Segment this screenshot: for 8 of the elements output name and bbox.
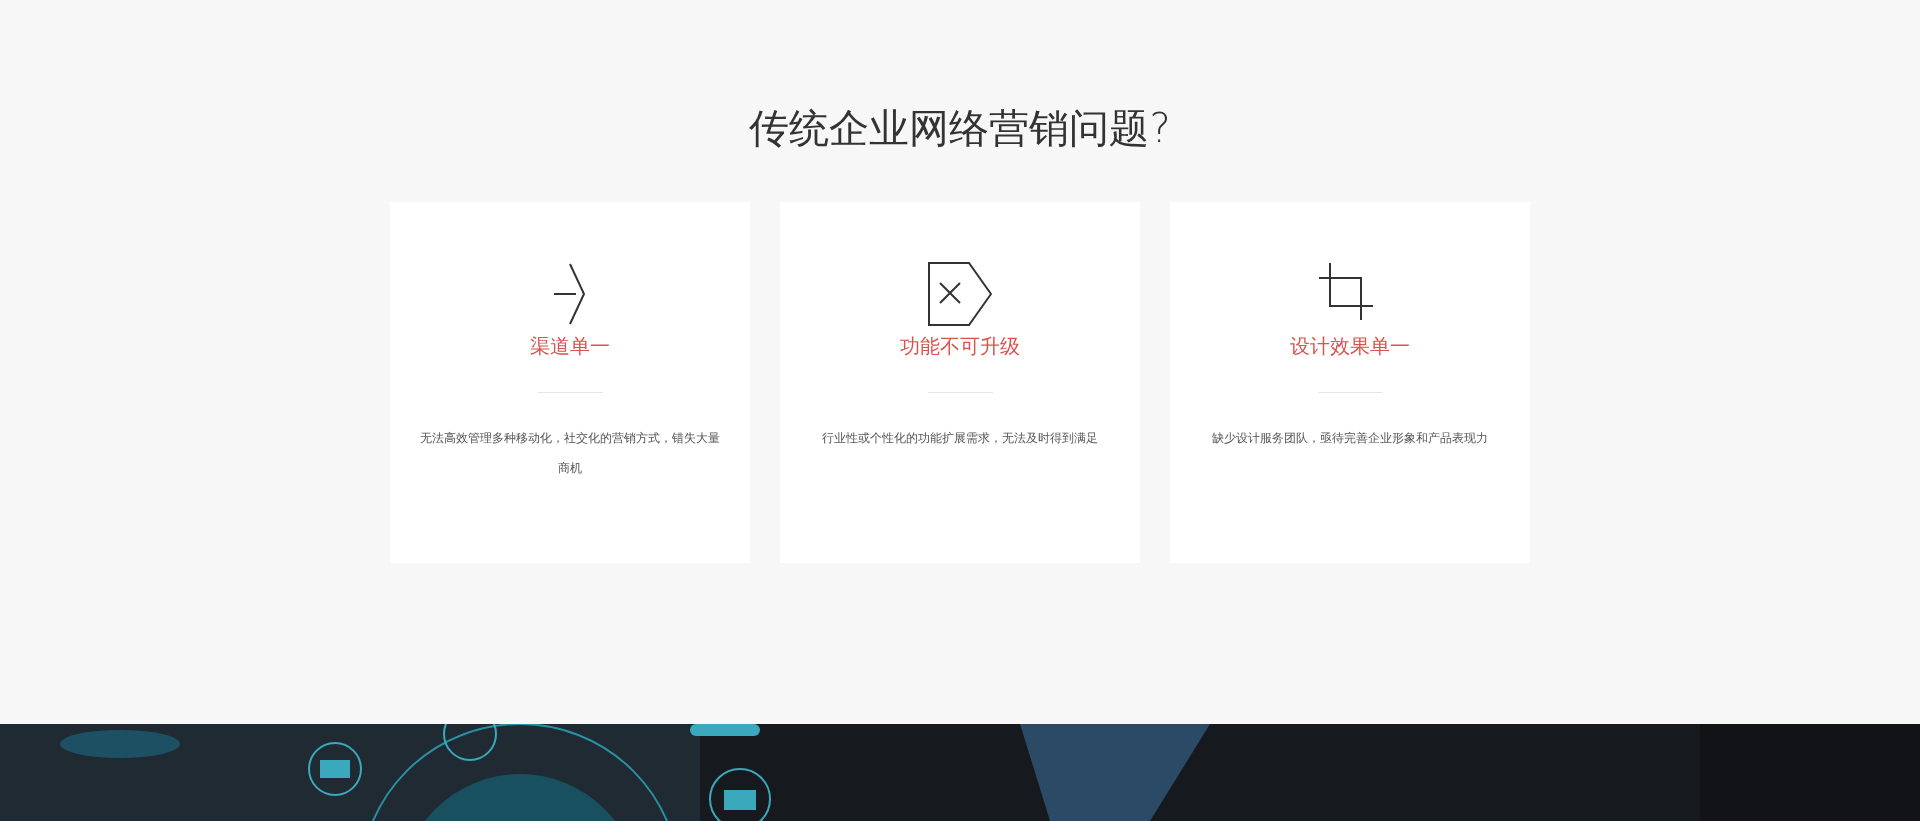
section-title: 传统企业网络营销问题? <box>749 104 1171 153</box>
card-title: 渠道单一 <box>530 333 610 360</box>
card-description: 行业性或个性化的功能扩展需求，无法及时得到满足 <box>821 430 1099 447</box>
card-title: 功能不可升级 <box>900 333 1020 360</box>
card-description: 缺少设计服务团队，亟待完善企业形象和产品表现力 <box>1211 430 1489 447</box>
close-tag-icon <box>928 262 992 326</box>
card-description: 无法高效管理多种移动化，社交化的营销方式，错失大量商机 <box>419 430 721 477</box>
card-title: 设计效果单一 <box>1290 333 1410 360</box>
